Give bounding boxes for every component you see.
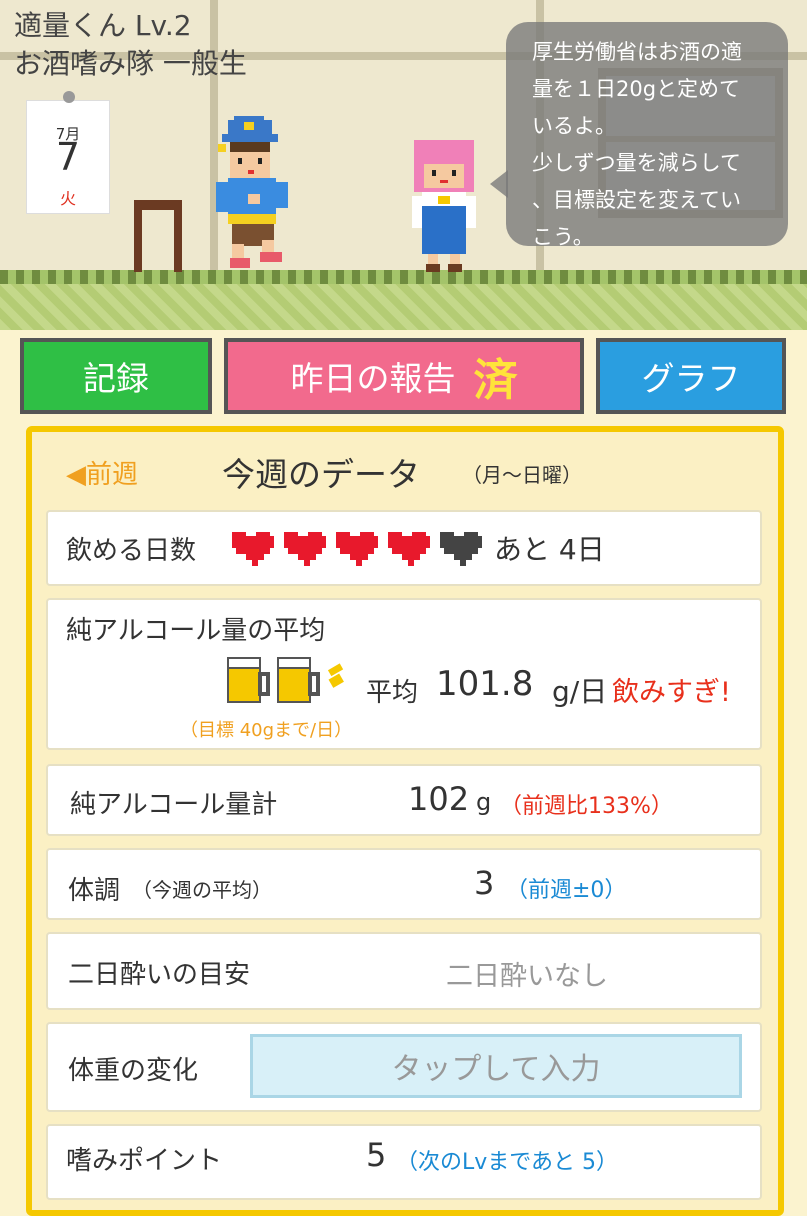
hangover-label: 二日酔いの目安 — [68, 960, 251, 990]
report-done-badge: 済 — [473, 355, 518, 406]
graph-button-label: グラフ — [641, 359, 741, 398]
average-prefix: 平均 — [366, 678, 419, 708]
calendar-day: 7 — [55, 135, 81, 179]
chair — [134, 200, 182, 272]
empty-heart-icon — [440, 532, 482, 566]
app-title: 適量くん Lv.2 — [14, 9, 192, 42]
average-unit: g/日 — [552, 675, 608, 708]
beer-icons — [226, 656, 356, 704]
guide-character — [412, 140, 476, 272]
overdrinking-warning: 飲みすぎ! — [612, 677, 731, 708]
rank-title: お酒嗜み隊 一般生 — [14, 47, 247, 80]
hangover-value: 二日酔いなし — [446, 961, 608, 992]
heart-icon — [284, 532, 326, 566]
heart-icon — [388, 532, 430, 566]
spilled-beer-icon — [327, 663, 344, 688]
record-button-label: 記録 — [83, 359, 149, 398]
points-note: （次のLvまであと 5） — [396, 1150, 619, 1175]
speech-line: 厚生労働省はお酒の適 — [532, 40, 742, 64]
drink-days-remaining: あと 4日 — [494, 533, 605, 566]
alcohol-total-compare: （前週比133%） — [500, 794, 673, 819]
previous-week-link[interactable]: ◀前週 — [66, 454, 138, 491]
drink-days-label: 飲める日数 — [66, 536, 197, 566]
speech-text: 厚生労働省はお酒の適 量を１日20gと定めて いるよ。 少しずつ量を減らして 、… — [532, 34, 780, 256]
graph-button[interactable]: グラフ — [596, 338, 786, 414]
yesterday-report-button[interactable]: 昨日の報告 済 — [224, 338, 584, 414]
week-title: 今週のデータ — [222, 455, 420, 494]
average-value: 101.8 — [436, 664, 534, 704]
weight-label: 体重の変化 — [68, 1056, 199, 1086]
hearts — [228, 528, 482, 568]
alcohol-total-label: 純アルコール量計 — [70, 790, 278, 820]
record-button[interactable]: 記録 — [20, 338, 212, 414]
calendar-ring-icon — [63, 91, 75, 103]
speech-line: 量を１日20gと定めて — [532, 77, 741, 101]
speech-bubble-tail — [490, 170, 508, 198]
player-character — [216, 116, 288, 268]
alcohol-total-value: 102 — [408, 780, 470, 818]
heart-icon — [232, 532, 274, 566]
alcohol-target: （目標 40gまで/日） — [180, 720, 353, 741]
week-range: （月～日曜） — [462, 463, 582, 487]
alcohol-average-label: 純アルコール量の平均 — [66, 616, 326, 646]
calendar-weekday: 火 — [59, 189, 76, 208]
weight-input-placeholder: タップして入力 — [391, 1052, 601, 1087]
report-button-label: 昨日の報告 — [290, 359, 456, 398]
points-label: 嗜みポイント — [66, 1146, 223, 1176]
speech-line: 、目標設定を変えてい — [532, 188, 741, 212]
tatami-floor — [0, 284, 807, 330]
condition-value: 3 — [474, 864, 495, 902]
heart-icon — [336, 532, 378, 566]
speech-line: いるよ。 — [532, 114, 616, 138]
calendar: 7月 7 火 — [26, 91, 110, 214]
speech-line: 少しずつ量を減らして — [532, 151, 741, 175]
beer-icon — [277, 657, 320, 703]
points-value: 5 — [366, 1136, 387, 1174]
condition-label: 体調 — [68, 876, 121, 906]
weight-input[interactable]: タップして入力 — [250, 1034, 742, 1098]
tatami-edge — [0, 270, 807, 284]
beer-icon — [227, 657, 270, 703]
alcohol-total-unit: g — [476, 788, 492, 816]
condition-note: （今週の平均） — [132, 878, 272, 902]
condition-compare: （前週±0） — [506, 878, 627, 903]
speech-line: こう。 — [532, 225, 594, 249]
